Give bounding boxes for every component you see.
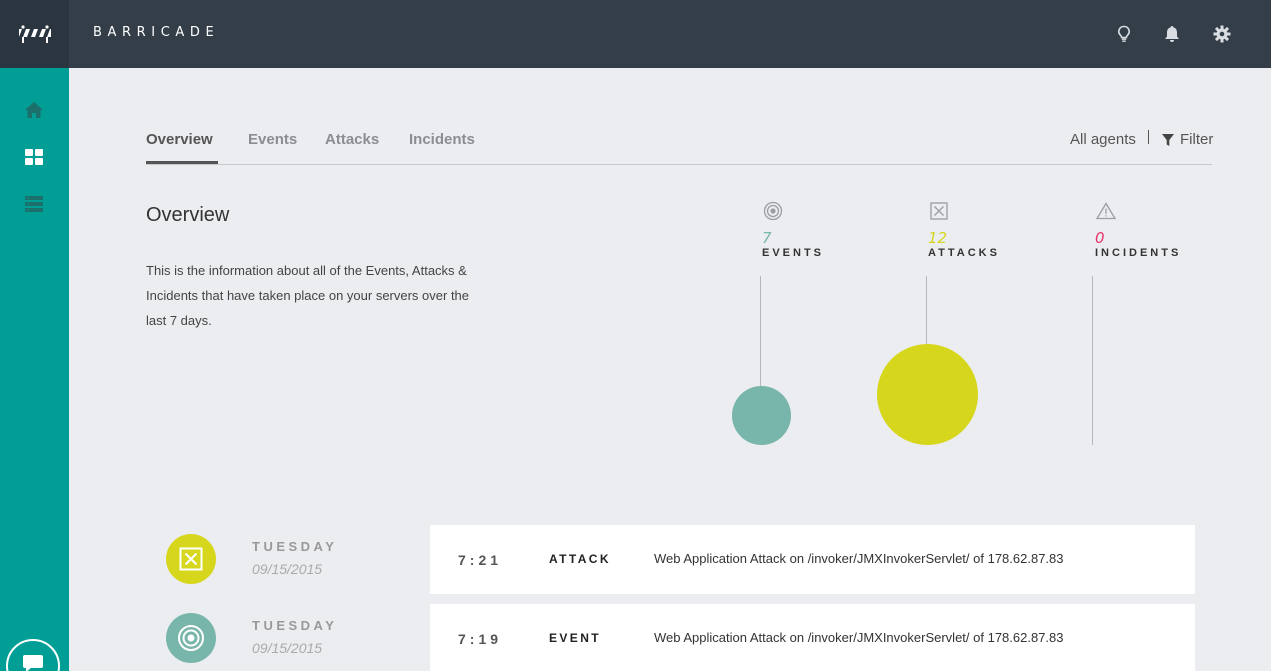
timeline-date: 09/15/2015	[252, 640, 323, 656]
stat-attacks[interactable]: 12 ATTACKS	[928, 200, 1000, 259]
attacks-stem	[926, 276, 927, 344]
x-box-icon	[928, 200, 950, 222]
events-bubble[interactable]	[732, 386, 791, 445]
timeline-date: 09/15/2015	[252, 561, 323, 577]
timeline-row[interactable]: 7:21 ATTACK Web Application Attack on /i…	[430, 525, 1195, 594]
events-count: 7	[762, 229, 772, 247]
brand-name: BARRICADE	[93, 25, 220, 40]
attacks-bubble[interactable]	[877, 344, 978, 445]
chat-button[interactable]	[6, 639, 60, 671]
target-icon	[762, 200, 784, 222]
filter-button[interactable]: Filter	[1162, 131, 1213, 148]
timeline-day: TUESDAY	[252, 618, 338, 633]
chat-icon	[23, 655, 43, 671]
filter-icon	[1162, 133, 1174, 146]
notifications-button[interactable]	[1160, 22, 1184, 46]
settings-button[interactable]	[1210, 22, 1234, 46]
lightbulb-icon	[1118, 25, 1130, 42]
incidents-stem	[1092, 276, 1093, 445]
x-box-icon	[179, 547, 203, 571]
timeline-event-badge	[166, 613, 216, 663]
agents-selector[interactable]: All agents	[1070, 131, 1136, 148]
sidebar-item-servers[interactable]	[22, 192, 46, 216]
events-label: EVENTS	[762, 247, 825, 259]
overview-title: Overview	[146, 204, 230, 226]
server-icon	[25, 196, 43, 212]
row-type: ATTACK	[549, 552, 611, 566]
row-message: Web Application Attack on /invoker/JMXIn…	[654, 630, 1064, 645]
row-type: EVENT	[549, 631, 602, 645]
top-bar: BARRICADE	[69, 0, 1271, 68]
filter-label: Filter	[1180, 131, 1214, 148]
row-time: 7:21	[458, 552, 503, 568]
logo[interactable]	[0, 0, 69, 68]
sidebar	[0, 0, 69, 671]
tab-attacks[interactable]: Attacks	[325, 131, 379, 148]
grid-icon	[25, 149, 43, 165]
tabs-divider	[146, 164, 1212, 165]
bell-icon	[1165, 26, 1179, 42]
attacks-label: ATTACKS	[928, 247, 1000, 259]
gear-icon	[1213, 25, 1231, 43]
timeline-attack-badge	[166, 534, 216, 584]
attacks-count: 12	[928, 229, 948, 247]
target-icon	[178, 625, 204, 651]
incidents-count: 0	[1095, 229, 1105, 247]
events-stem	[760, 276, 761, 386]
sidebar-item-dashboard[interactable]	[22, 145, 46, 169]
home-icon	[25, 102, 43, 118]
stat-incidents[interactable]: 0 INCIDENTS	[1095, 200, 1181, 259]
barricade-logo-icon	[18, 25, 51, 43]
tab-overview[interactable]: Overview	[146, 131, 213, 148]
tab-incidents[interactable]: Incidents	[409, 131, 475, 148]
row-time: 7:19	[458, 631, 503, 647]
warning-icon	[1095, 200, 1117, 222]
row-message: Web Application Attack on /invoker/JMXIn…	[654, 551, 1064, 566]
stat-events[interactable]: 7 EVENTS	[762, 200, 824, 259]
timeline-day: TUESDAY	[252, 539, 338, 554]
incidents-label: INCIDENTS	[1095, 247, 1182, 259]
sidebar-item-home[interactable]	[22, 98, 46, 122]
overview-description: This is the information about all of the…	[146, 263, 470, 328]
tips-button[interactable]	[1112, 22, 1136, 46]
timeline-row[interactable]: 7:19 EVENT Web Application Attack on /in…	[430, 604, 1195, 671]
toolbar-separator	[1148, 130, 1149, 144]
tab-events[interactable]: Events	[248, 131, 297, 148]
